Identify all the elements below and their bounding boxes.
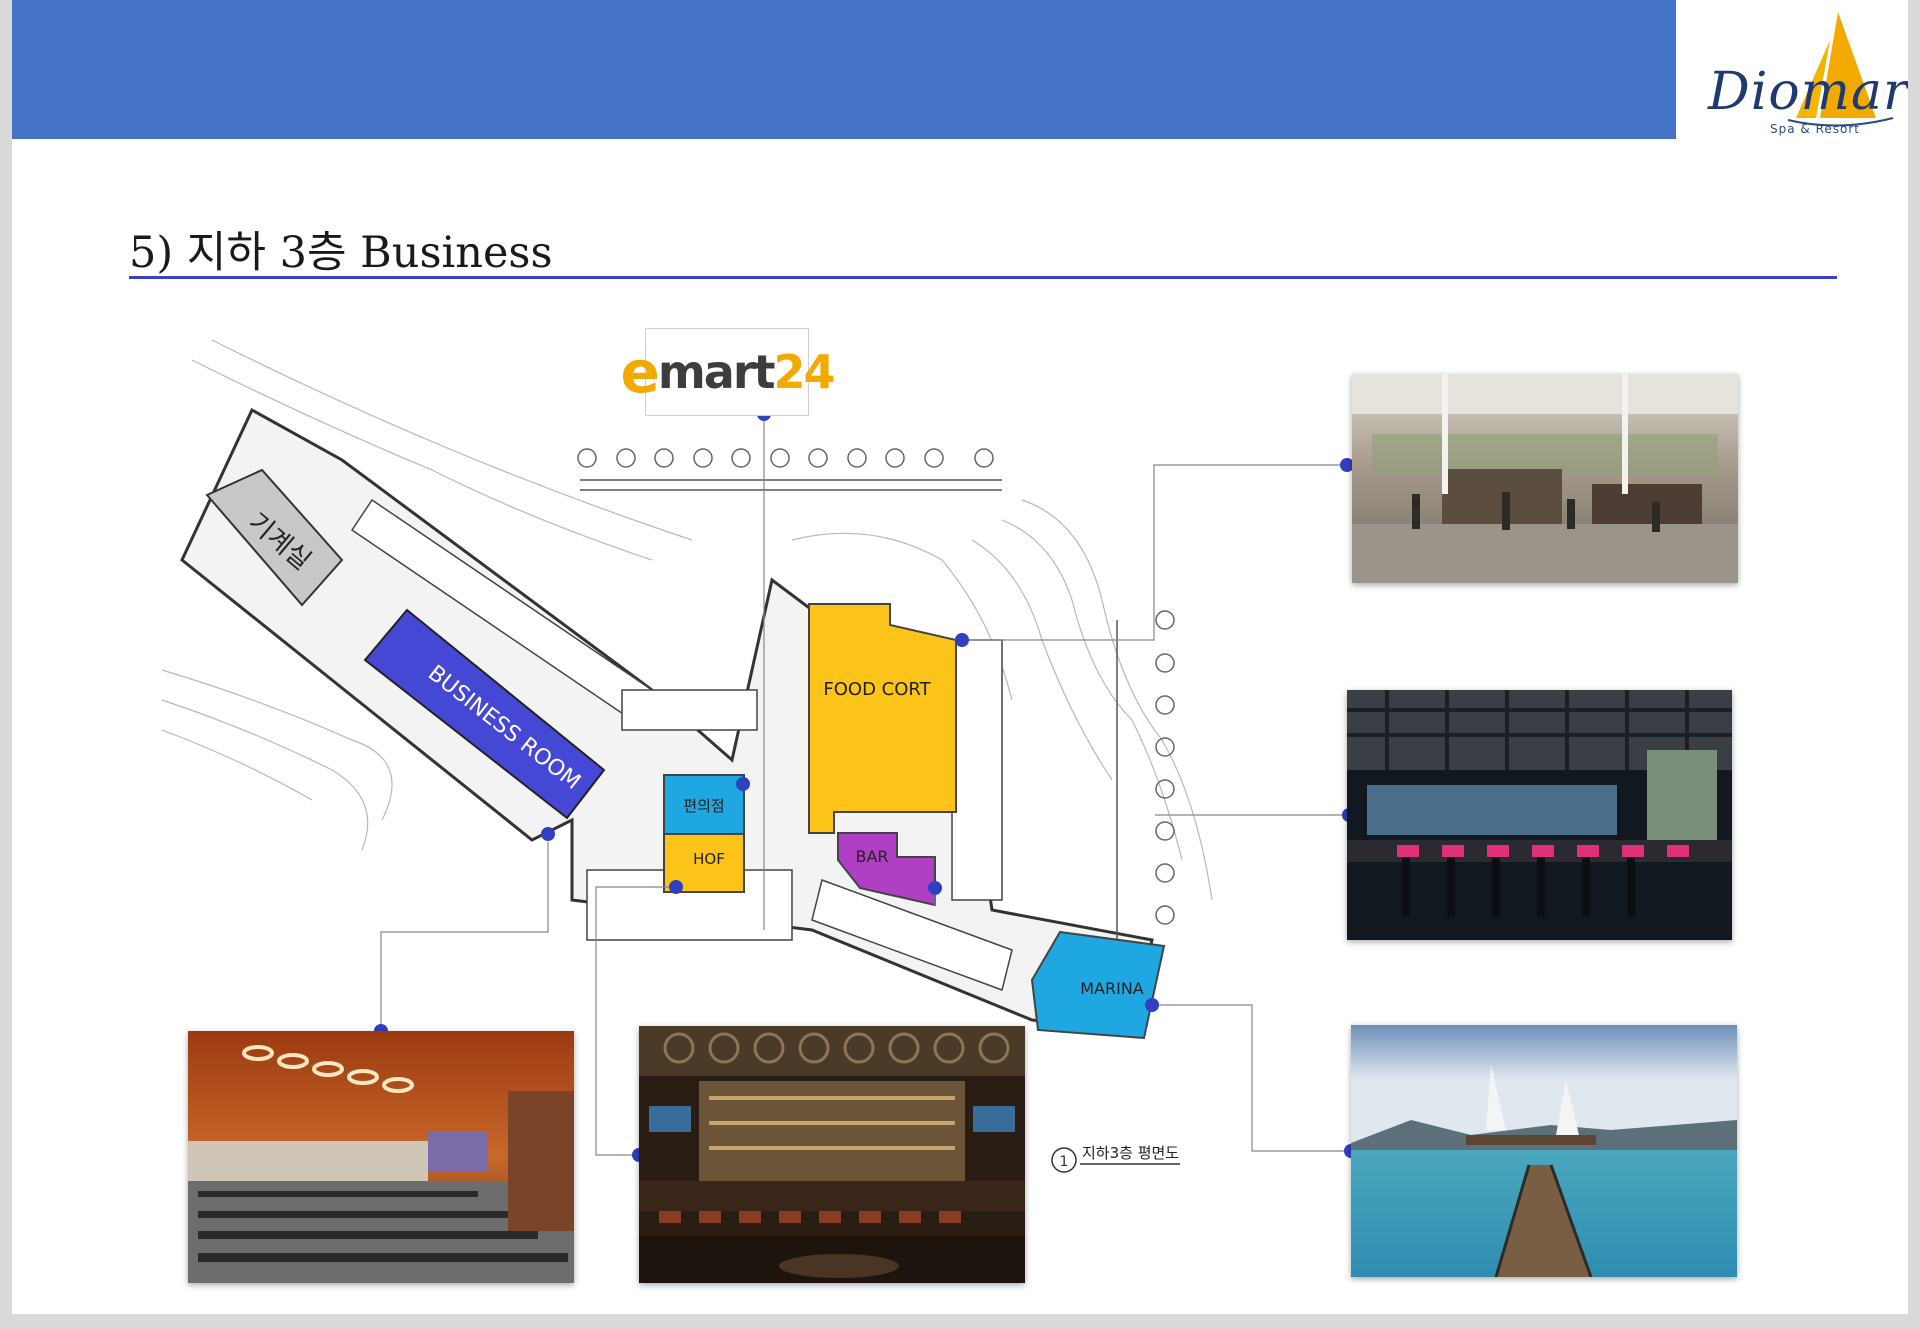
slide: Diomare Spa & Resort 5) 지하 3층 Business bbox=[12, 0, 1908, 1314]
conference-hall-photo bbox=[188, 1031, 574, 1283]
marina: MARINA bbox=[1030, 930, 1166, 1040]
plan-label: 1 지하3층 평면도 bbox=[1051, 1144, 1180, 1173]
emart-e: e bbox=[620, 338, 660, 406]
emart24-logo: e mart 24 bbox=[621, 328, 836, 416]
svg-text:MARINA: MARINA bbox=[1080, 979, 1144, 998]
emart-mart: mart bbox=[657, 345, 776, 399]
hof-bar-photo bbox=[639, 1026, 1025, 1283]
emart-24: 24 bbox=[773, 345, 836, 399]
svg-text:BAR: BAR bbox=[855, 847, 888, 866]
svg-text:지하3층 평면도: 지하3층 평면도 bbox=[1082, 1144, 1179, 1162]
svg-text:FOOD CORT: FOOD CORT bbox=[823, 679, 931, 700]
marina-pier-photo bbox=[1351, 1025, 1737, 1277]
svg-text:1: 1 bbox=[1060, 1154, 1069, 1170]
convenience-store: 편의점 bbox=[663, 774, 745, 835]
food-court: FOOD CORT bbox=[808, 603, 957, 834]
svg-text:HOF: HOF bbox=[693, 850, 725, 868]
svg-text:편의점: 편의점 bbox=[683, 797, 724, 815]
food-court-photo bbox=[1352, 374, 1738, 583]
bar-lounge-photo bbox=[1347, 690, 1732, 940]
